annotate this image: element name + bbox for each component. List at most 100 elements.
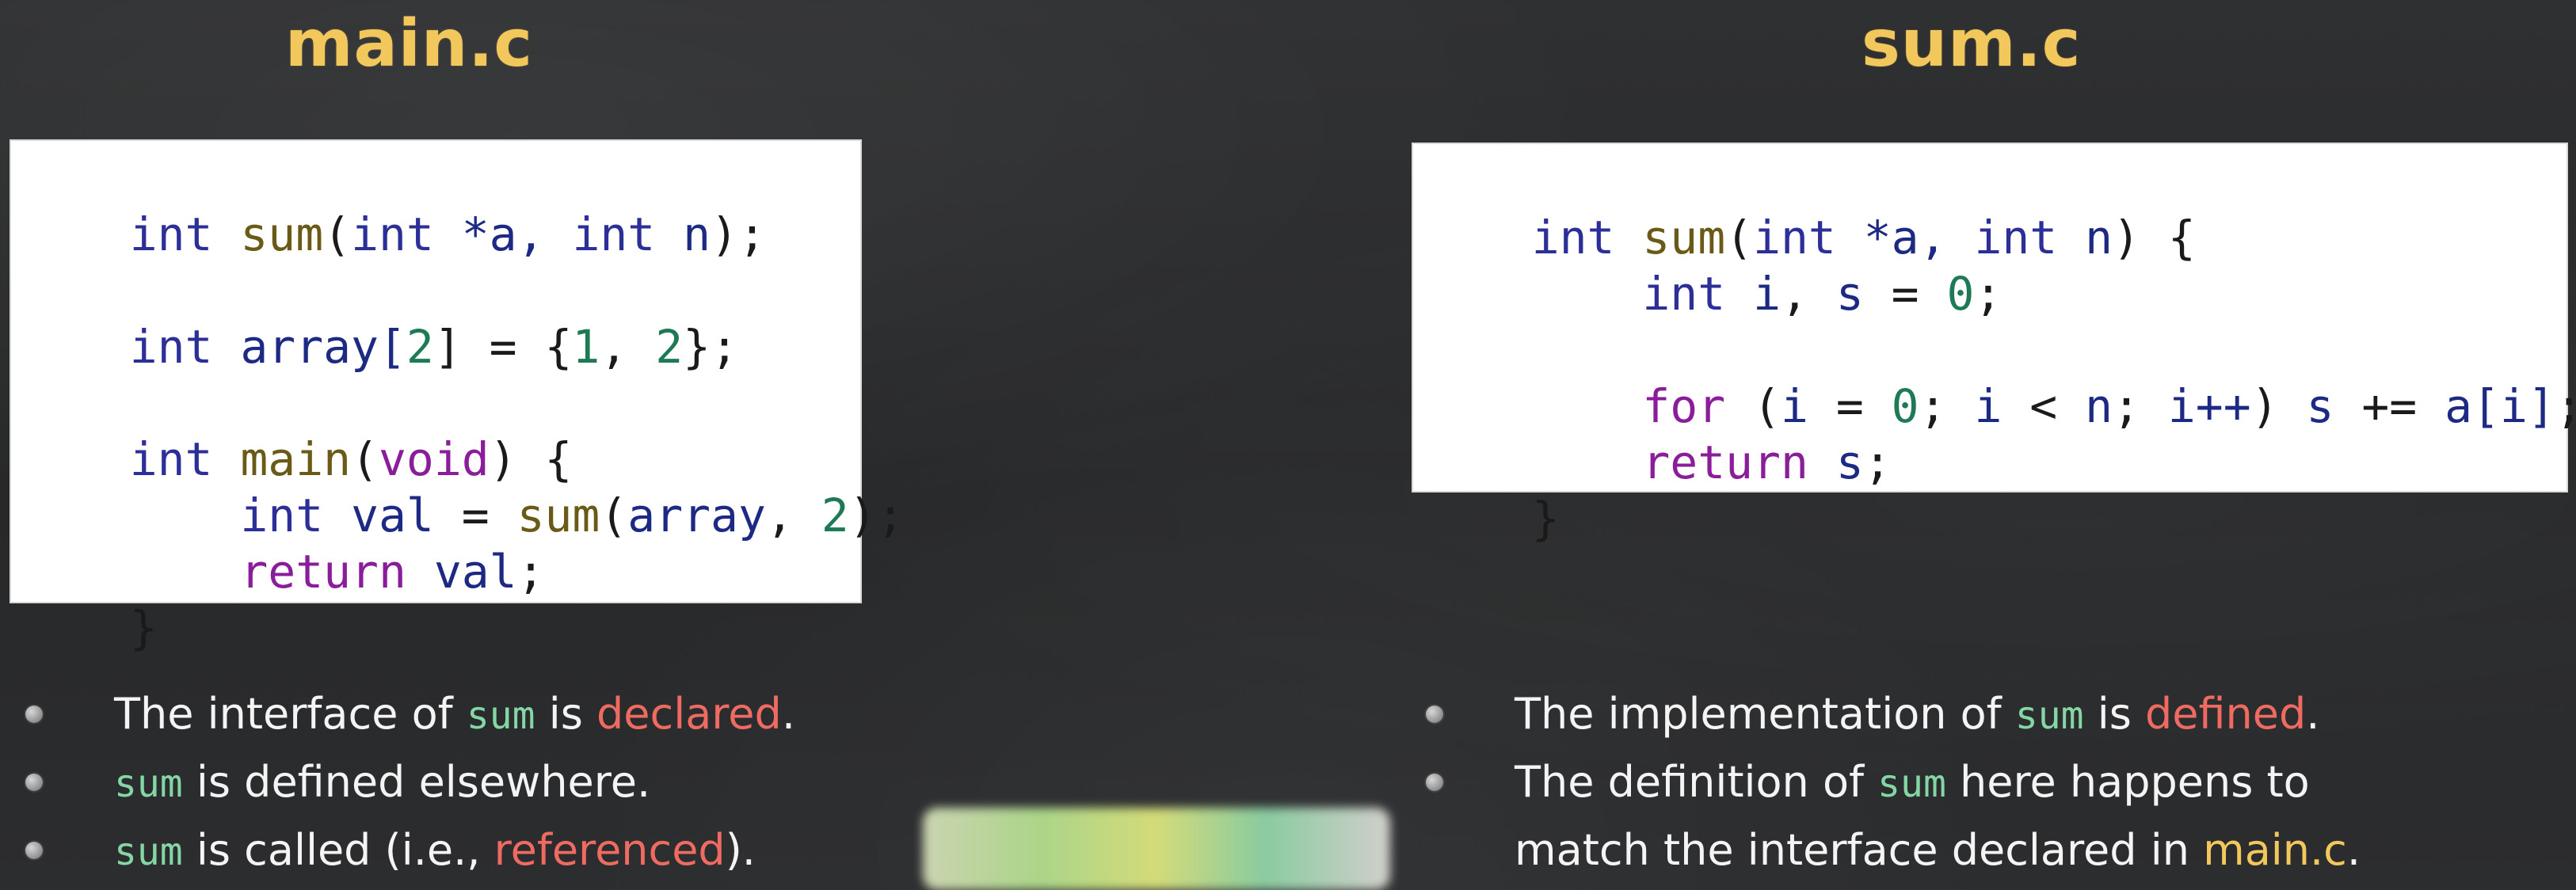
code-token: ; <box>1919 379 1975 433</box>
code-token: ( <box>351 432 379 486</box>
code-token: for <box>1642 379 1726 433</box>
code-token: ( <box>1725 211 1754 264</box>
code-token: return <box>240 545 406 599</box>
blurred-overlay <box>923 808 1390 890</box>
left-bullet-text-2: sum is defined elsewhere. <box>114 749 650 817</box>
bullet-text-segment: is defined elsewhere. <box>182 757 651 807</box>
right-bullet-text-2: The definition of sum here happens to <box>1515 749 2310 817</box>
code-token: s <box>2306 379 2334 433</box>
code-token: *a, <box>461 207 573 261</box>
code-token: < <box>2002 379 2086 433</box>
right-bullet-item-2: The definition of sum here happens to <box>1416 749 2573 817</box>
left-bullet-item-1: The interface of sum is declared. <box>16 681 966 749</box>
bullet-text-segment: . <box>781 689 795 739</box>
bullet-text-segment: The interface of <box>114 689 467 739</box>
code-token: i <box>1780 379 1808 433</box>
code-token: array[ <box>240 320 406 374</box>
right-file-title: sum.c <box>1862 6 2082 82</box>
code-token: val <box>433 545 517 599</box>
code-token: ( <box>1753 379 1781 433</box>
code-token: ] = { <box>433 320 573 374</box>
code-token: ; <box>1974 267 2002 321</box>
code-token: sum <box>516 489 600 542</box>
code-token: ); <box>711 207 766 261</box>
inline-code: sum <box>1877 762 1946 806</box>
code-token: int <box>129 320 213 374</box>
code-token: i++ <box>2167 379 2251 433</box>
code-token: val <box>351 489 434 542</box>
code-token: ) { <box>489 432 573 486</box>
code-token: s <box>1835 435 1864 489</box>
code-token: ( <box>323 207 352 261</box>
code-token: main <box>240 432 352 486</box>
right-bullet-text-1: The implementation of sum is defined. <box>1515 681 2319 749</box>
main-c-line-1: int sum(int *a, int n); <box>19 150 852 261</box>
code-token: int <box>572 207 656 261</box>
code-token: sum <box>1642 211 1726 264</box>
left-bullet-item-3: sum is called (i.e., referenced). <box>16 817 966 885</box>
right-bullet-list: The implementation of sum is defined. Th… <box>1416 681 2573 884</box>
code-token: int <box>1974 211 2058 264</box>
highlight-text: referenced <box>493 825 726 875</box>
right-bullet-text-3: match the interface declared in main.c. <box>1515 817 2361 884</box>
right-bullet-item-2-continuation: match the interface declared in main.c. <box>1416 817 2573 884</box>
code-token: return <box>1642 435 1808 489</box>
code-token: ; <box>516 545 545 599</box>
code-token: i <box>1974 379 2002 433</box>
code-token: a[i] <box>2445 379 2555 433</box>
code-token: i <box>1753 267 1781 321</box>
bullet-text-segment: is <box>2083 689 2146 739</box>
code-token: sum <box>240 207 324 261</box>
code-token: array <box>627 489 766 542</box>
left-file-title: main.c <box>285 6 534 82</box>
bullet-text-segment: match the interface declared in <box>1515 825 2204 875</box>
code-token: ); <box>848 489 905 542</box>
code-token: } <box>129 601 158 655</box>
code-token: 2 <box>655 320 684 374</box>
code-token: = <box>1808 379 1892 433</box>
bullet-icon <box>25 842 43 859</box>
code-token: int <box>1753 211 1836 264</box>
code-token: s <box>1835 267 1864 321</box>
inline-code: sum <box>114 830 183 874</box>
code-token: 0 <box>1946 267 1975 321</box>
left-bullet-item-2: sum is defined elsewhere. <box>16 749 966 817</box>
code-token: 1 <box>572 320 600 374</box>
sum-c-line-1: int sum(int *a, int n) { <box>1421 154 2559 264</box>
code-token: ( <box>600 489 628 542</box>
code-token: , <box>1780 267 1836 321</box>
right-bullet-item-1: The implementation of sum is defined. <box>1416 681 2573 749</box>
code-token: ; <box>2113 379 2168 433</box>
bullet-text-segment: The definition of <box>1515 757 1878 807</box>
code-token: ) <box>2250 379 2307 433</box>
bullet-text-segment: . <box>2346 825 2361 875</box>
code-token: = <box>1863 267 1947 321</box>
left-bullet-text-1: The interface of sum is declared. <box>114 681 795 749</box>
bullet-icon <box>1426 706 1443 723</box>
bullet-text-segment: ). <box>725 825 756 875</box>
bullet-icon <box>1426 774 1443 791</box>
main-c-line-5: int main(void) { <box>19 375 852 486</box>
code-token: = <box>433 489 517 542</box>
code-token: 2 <box>406 320 434 374</box>
code-token: ) { <box>2113 211 2196 264</box>
left-bullet-list: The interface of sum is declared. sum is… <box>16 681 966 885</box>
highlight-text: defined <box>2145 689 2307 739</box>
code-token: 0 <box>1891 379 1919 433</box>
code-token: int <box>351 207 434 261</box>
bullet-text-segment: is called (i.e., <box>182 825 494 875</box>
